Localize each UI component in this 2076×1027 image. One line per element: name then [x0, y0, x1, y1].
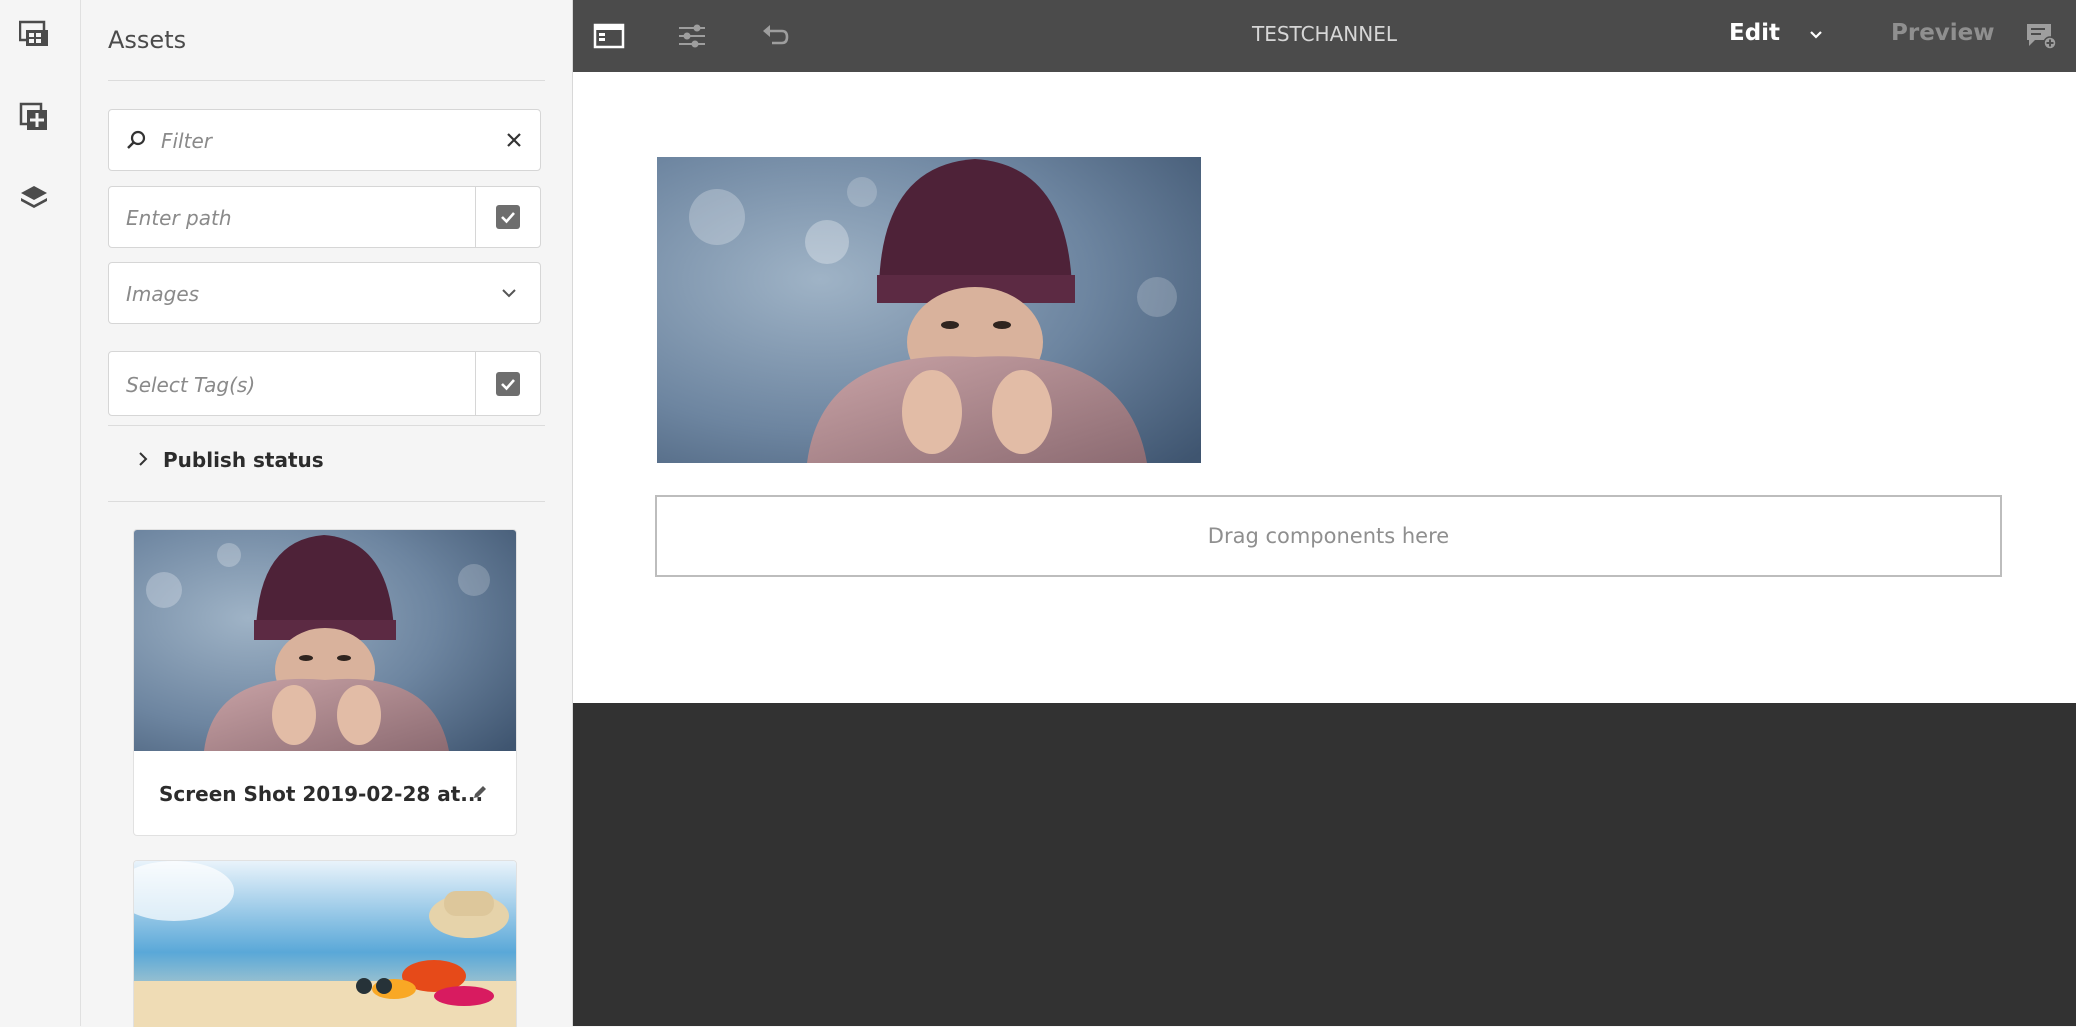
channel-page: Drag components here — [573, 72, 2076, 703]
path-field[interactable]: Enter path — [108, 186, 541, 248]
annotate-icon[interactable] — [2021, 16, 2061, 56]
filter-input[interactable]: Filter — [161, 129, 212, 153]
asset-thumbnail[interactable] — [134, 530, 516, 751]
channel-title: TESTCHANNEL — [1252, 22, 1397, 46]
add-component-icon[interactable] — [14, 97, 54, 137]
path-input[interactable]: Enter path — [126, 206, 232, 230]
chevron-right-icon — [137, 448, 149, 472]
clear-icon[interactable] — [504, 130, 524, 154]
checkbox-icon[interactable] — [496, 371, 520, 396]
mode-dropdown-icon[interactable] — [1801, 20, 1831, 50]
edit-mode-button[interactable]: Edit — [1729, 20, 1780, 46]
search-icon — [125, 129, 147, 155]
filter-field[interactable]: Filter — [108, 109, 541, 171]
panel-title: Assets — [108, 26, 187, 54]
component-dropzone[interactable]: Drag components here — [655, 495, 2002, 577]
asset-finder-icon[interactable] — [14, 14, 54, 54]
assets-panel: Assets Filter Enter path Images Select T… — [81, 0, 573, 1027]
edit-icon[interactable] — [468, 780, 492, 804]
dropzone-label: Drag components here — [1207, 524, 1450, 548]
image-component[interactable] — [657, 157, 1201, 463]
path-browse-button[interactable] — [475, 187, 540, 247]
asset-card[interactable] — [133, 860, 517, 1027]
left-rail — [0, 0, 81, 1026]
tags-input[interactable]: Select Tag(s) — [126, 373, 255, 397]
asset-title: Screen Shot 2019-02-28 at... — [159, 782, 484, 806]
asset-thumbnail[interactable] — [134, 861, 516, 1027]
preview-button[interactable]: Preview — [1891, 20, 1995, 46]
publish-status-toggle[interactable]: Publish status — [137, 448, 324, 472]
asset-card[interactable]: Screen Shot 2019-02-28 at... — [133, 529, 517, 836]
divider — [108, 501, 545, 502]
divider — [108, 80, 545, 81]
tags-picker-button[interactable] — [475, 352, 540, 415]
checkbox-icon[interactable] — [496, 205, 520, 229]
divider — [108, 425, 545, 426]
chevron-down-icon — [500, 285, 518, 304]
asset-type-select[interactable]: Images — [108, 262, 541, 324]
publish-status-label: Publish status — [163, 448, 324, 472]
asset-type-value: Images — [126, 282, 200, 306]
layers-icon[interactable] — [14, 178, 54, 218]
top-toolbar: TESTCHANNEL Edit Preview — [573, 0, 2076, 72]
tags-field[interactable]: Select Tag(s) — [108, 351, 541, 416]
